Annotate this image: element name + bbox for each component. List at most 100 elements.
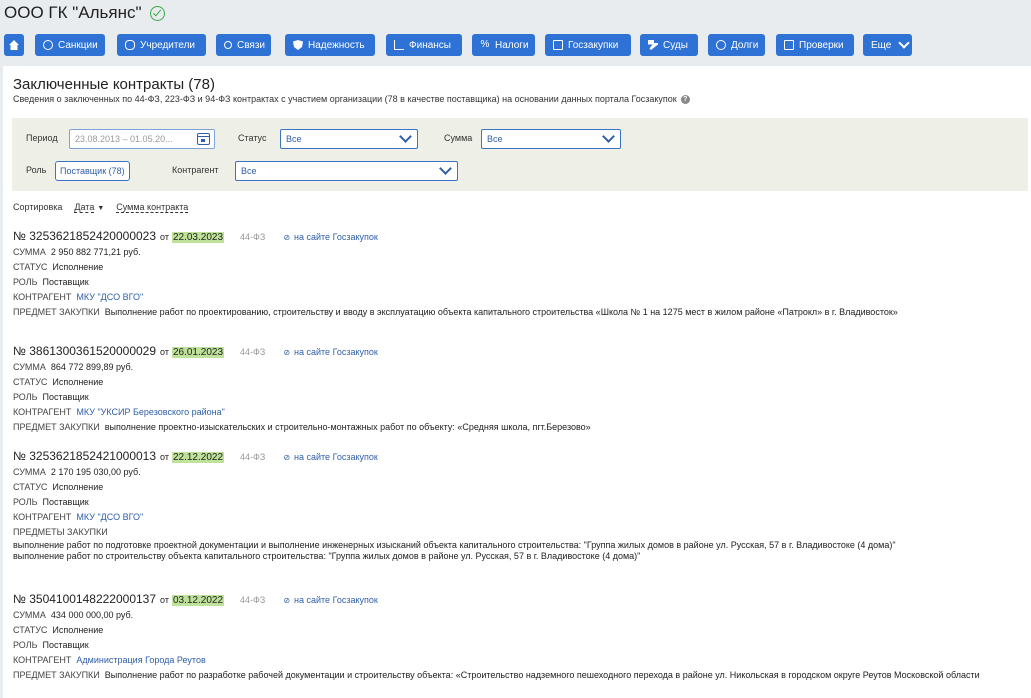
sort-by-sum[interactable]: Сумма контракта (116, 202, 189, 213)
period-input[interactable]: 23.08.2013 – 01.05.20... (69, 129, 215, 149)
from-label: от (160, 595, 169, 605)
percent-icon: % (480, 39, 490, 50)
sort-bar: Сортировка Дата ▼ Сумма контракта (13, 202, 189, 213)
nav-inspections-button[interactable]: Проверки (776, 34, 854, 56)
counterparty-link[interactable]: Администрация Города Реутов (76, 655, 205, 665)
from-label: от (160, 347, 169, 357)
nav-courts-button[interactable]: Суды (640, 34, 698, 56)
contracts-panel: Заключенные контракты (78) Сведения о за… (3, 66, 1031, 698)
status-select[interactable]: Все (280, 129, 418, 149)
number-sign: № (13, 449, 26, 463)
nav-sanctions-button[interactable]: Санкции (35, 34, 105, 56)
calendar-icon[interactable] (197, 133, 210, 145)
sum-key: СУММА (13, 610, 46, 620)
contract-header: № 3253621852420000023 от 22.03.2023 44-Ф… (13, 229, 1013, 245)
number-sign: № (13, 344, 26, 358)
nav-links-button[interactable]: Связи (216, 34, 271, 56)
contract-number: 3861300361520000029 (29, 344, 157, 358)
sum-label: Сумма (444, 133, 473, 143)
contract-number: 3504100148222000137 (29, 592, 157, 606)
sort-date-label[interactable]: Дата (74, 202, 95, 213)
contract-item: № 3253621852420000023 от 22.03.2023 44-Ф… (13, 229, 1013, 318)
role-row: РОЛЬ Поставщик (13, 275, 1013, 290)
help-icon[interactable]: ? (680, 94, 690, 104)
counterparty-select[interactable]: Все (235, 161, 458, 181)
procurement-site-link[interactable]: на сайте Госзакупок (283, 595, 378, 605)
counterparty-row: КОНТРАГЕНТ МКУ "УКСИР Березовского района… (13, 405, 1013, 420)
nav-label: Налоги (495, 39, 529, 51)
page-subtitle: Сведения о заключенных по 44-ФЗ, 223-ФЗ … (13, 94, 690, 104)
law-badge: 44-ФЗ (240, 452, 266, 462)
role-chip-supplier[interactable]: Поставщик (78) (55, 161, 130, 181)
nav-debts-button[interactable]: Долги (708, 34, 765, 56)
nav-label: Суды (663, 39, 688, 51)
section-nav: Санкции Учредители Связи Надежность Фина… (0, 34, 1031, 56)
contract-date: 22.03.2023 (171, 232, 225, 243)
number-sign: № (13, 229, 26, 243)
nav-label: Госзакупки (568, 39, 619, 51)
counterparty-key: КОНТРАГЕНТ (13, 407, 72, 417)
nav-taxes-button[interactable]: % Налоги (472, 34, 535, 56)
subject-key: ПРЕДМЕТ ЗАКУПКИ (13, 670, 100, 680)
role-row: РОЛЬ Поставщик (13, 390, 1013, 405)
from-label: от (160, 232, 169, 242)
sort-label: Сортировка (13, 202, 63, 212)
contract-header: № 3861300361520000029 от 26.01.2023 44-Ф… (13, 344, 1013, 360)
role-value: Поставщик (42, 392, 89, 402)
status-value: Исполнение (52, 377, 104, 387)
procurement-site-link[interactable]: на сайте Госзакупок (283, 452, 378, 462)
subject-value: Выполнение работ по разработке рабочей д… (104, 670, 980, 680)
role-value: Поставщик (42, 640, 89, 650)
sum-select[interactable]: Все (481, 129, 621, 149)
nav-finance-button[interactable]: Финансы (386, 34, 462, 56)
counterparty-link[interactable]: МКУ "ДСО ВГО" (76, 292, 143, 302)
subjects-key: ПРЕДМЕТЫ ЗАКУПКИ (13, 527, 108, 537)
counterparty-key: КОНТРАГЕНТ (13, 655, 72, 665)
counterparty-link[interactable]: МКУ "ДСО ВГО" (76, 512, 143, 522)
status-row: СТАТУС Исполнение (13, 480, 1013, 495)
subject-row: ПРЕДМЕТ ЗАКУПКИ Выполнение работ по разра… (13, 668, 1013, 681)
chevron-down-icon (602, 130, 615, 143)
subjects-row: ПРЕДМЕТЫ ЗАКУПКИ (13, 525, 1013, 540)
status-value: Исполнение (52, 625, 104, 635)
nav-more-button[interactable]: Еще (863, 34, 912, 56)
nav-label: Еще (871, 39, 892, 51)
period-value: 23.08.2013 – 01.05.20... (75, 134, 173, 144)
role-value: Поставщик (42, 277, 89, 287)
sum-key: СУММА (13, 362, 46, 372)
nav-label: Финансы (409, 39, 451, 51)
sort-by-date[interactable]: Дата ▼ (74, 202, 104, 213)
subject-key: ПРЕДМЕТ ЗАКУПКИ (13, 307, 100, 317)
subject-value: выполнение работ по подготовке проектной… (13, 540, 896, 550)
status-row: СТАТУС Исполнение (13, 375, 1013, 390)
law-badge: 44-ФЗ (240, 232, 266, 242)
counterparty-value: Все (241, 166, 257, 176)
sum-key: СУММА (13, 247, 46, 257)
nav-home-button[interactable] (4, 34, 24, 56)
sum-value: Все (487, 134, 503, 144)
nav-label: Долги (731, 39, 759, 51)
status-value: Исполнение (52, 482, 104, 492)
counterparty-key: КОНТРАГЕНТ (13, 512, 72, 522)
clipboard-icon (784, 40, 794, 50)
network-icon (224, 41, 232, 49)
contract-date: 22.12.2022 (171, 452, 225, 463)
procurement-site-link[interactable]: на сайте Госзакупок (283, 347, 378, 357)
procurement-site-link[interactable]: на сайте Госзакупок (283, 232, 378, 242)
status-key: СТАТУС (13, 625, 48, 635)
role-row: РОЛЬ Поставщик (13, 638, 1013, 653)
page-title: Заключенные контракты (78) (13, 76, 215, 93)
sum-value: 2 170 195 030,00 руб. (50, 467, 141, 477)
chart-icon (394, 40, 404, 50)
counterparty-link[interactable]: МКУ "УКСИР Березовского района" (76, 407, 224, 417)
nav-procurement-button[interactable]: Госзакупки (545, 34, 631, 56)
verified-check-icon (149, 5, 165, 21)
nav-founders-button[interactable]: Учредители (117, 34, 206, 56)
users-icon (125, 40, 135, 50)
counterparty-key: КОНТРАГЕНТ (13, 292, 72, 302)
sum-row: СУММА 434 000 000,00 руб. (13, 608, 1013, 623)
sum-row: СУММА 2 170 195 030,00 руб. (13, 465, 1013, 480)
subject-value: выполнение работ по строительству объект… (13, 551, 641, 561)
law-badge: 44-ФЗ (240, 347, 266, 357)
nav-reliability-button[interactable]: Надежность (285, 34, 375, 56)
